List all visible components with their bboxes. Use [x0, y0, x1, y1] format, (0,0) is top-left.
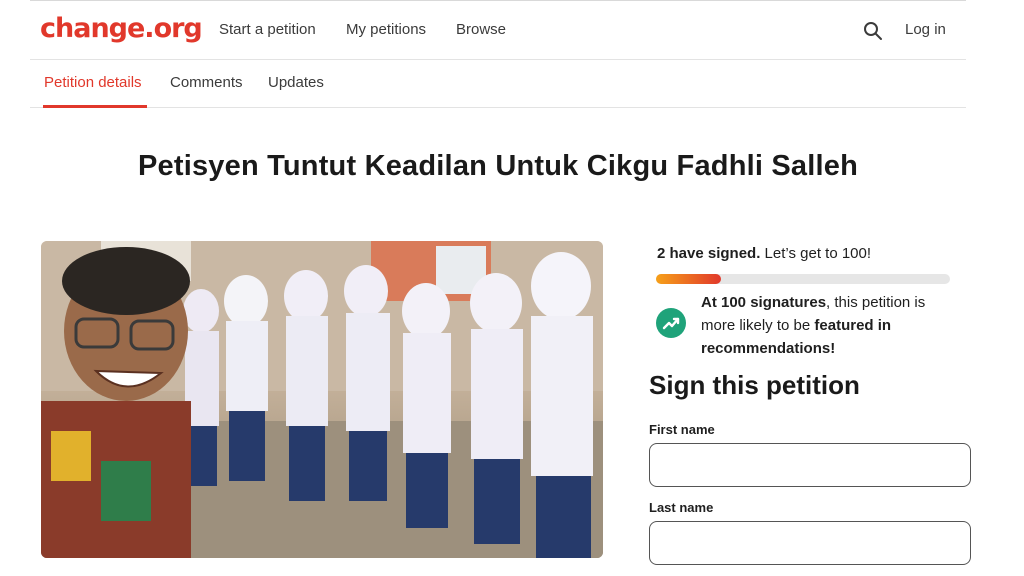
search-icon[interactable] [863, 21, 883, 41]
change-org-logo[interactable]: change.org [40, 13, 203, 44]
feature-bold-1: At 100 signatures [701, 294, 827, 311]
tab-petition-details[interactable]: Petition details [44, 74, 142, 91]
top-navigation: change.org Start a petition My petitions… [30, 0, 966, 60]
nav-my-petitions[interactable]: My petitions [346, 21, 426, 38]
nav-browse[interactable]: Browse [456, 21, 506, 38]
trending-up-icon [656, 308, 686, 338]
login-link[interactable]: Log in [905, 21, 946, 38]
page-frame: change.org Start a petition My petitions… [30, 0, 971, 576]
sign-petition-heading: Sign this petition [649, 370, 860, 400]
tab-comments[interactable]: Comments [170, 74, 243, 91]
feature-message: At 100 signatures, this petition is more… [701, 291, 961, 360]
petition-tabs: Petition details Comments Updates [30, 60, 966, 108]
last-name-input[interactable] [649, 521, 971, 565]
first-name-input[interactable] [649, 443, 971, 487]
nav-start-petition[interactable]: Start a petition [219, 21, 316, 38]
signed-count-text: 2 have signed. [657, 245, 761, 262]
signature-count: 2 have signed. Let’s get to 100! [657, 245, 871, 262]
active-tab-indicator [43, 105, 147, 108]
petition-photo [41, 241, 603, 558]
tab-updates[interactable]: Updates [268, 74, 324, 91]
photo-illustration [41, 241, 603, 558]
first-name-label: First name [649, 422, 715, 437]
petition-title: Petisyen Tuntut Keadilan Untuk Cikgu Fad… [137, 150, 859, 182]
goal-text: Let’s get to 100! [764, 245, 872, 262]
signature-progress-bar [656, 274, 950, 284]
last-name-label: Last name [649, 500, 714, 515]
signature-progress-fill [656, 274, 721, 284]
